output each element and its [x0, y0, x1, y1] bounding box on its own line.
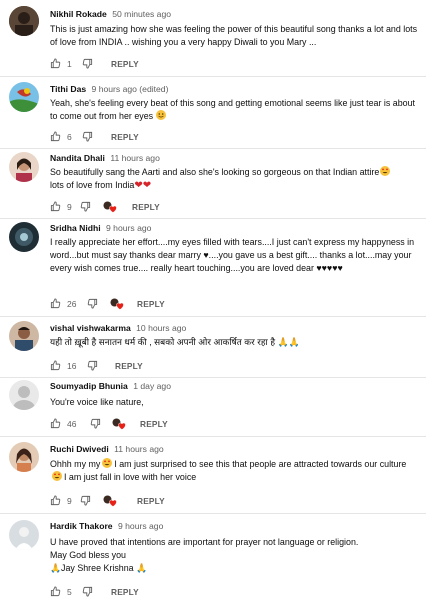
reply-button[interactable]: REPLY	[111, 132, 139, 142]
divider	[0, 148, 426, 149]
comment-text: U have proved that intentions are import…	[50, 536, 420, 575]
author-name[interactable]: Nikhil Rokade	[50, 9, 107, 19]
comment-text: यही तो ख़ूबी है सनातन धर्म की , सबको अपन…	[50, 337, 300, 347]
thumb-down-icon[interactable]	[80, 201, 91, 212]
comment-header: Soumyadip Bhunia 1 day ago	[50, 381, 171, 391]
thumb-up-icon[interactable]	[50, 298, 61, 309]
author-name[interactable]: Sridha Nidhi	[50, 223, 101, 233]
divider	[0, 316, 426, 317]
author-name[interactable]: Tithi Das	[50, 84, 86, 94]
timestamp[interactable]: 9 hours ago	[106, 223, 151, 233]
timestamp[interactable]: 50 minutes ago	[112, 9, 171, 19]
like-count: 16	[67, 361, 77, 371]
creator-heart-icon	[112, 418, 126, 430]
comment-text-part-1: Ohhh my my	[50, 459, 101, 469]
thumb-down-icon[interactable]	[82, 586, 93, 597]
author-name[interactable]: vishal vishwakarma	[50, 323, 131, 333]
timestamp[interactable]: 10 hours ago	[136, 323, 186, 333]
thumb-down-icon[interactable]	[80, 495, 91, 506]
like-count: 5	[67, 587, 72, 597]
like-count: 1	[67, 59, 72, 69]
timestamp[interactable]: 1 day ago	[133, 381, 171, 391]
creator-heart-icon	[103, 495, 117, 507]
author-name[interactable]: Hardik Thakore	[50, 521, 113, 531]
heart-eyes-emoji-icon	[52, 471, 62, 481]
thumb-down-icon[interactable]	[82, 58, 93, 69]
comment-text: You're voice like nature,	[50, 397, 144, 407]
comment-text: Ohhh my my I am just surprised to see thi…	[50, 458, 420, 484]
comment-text-body: Yeah, she's feeling every beat of this s…	[50, 98, 415, 121]
comment-header: Hardik Thakore 9 hours ago	[50, 521, 163, 531]
smile-emoji-icon	[155, 110, 166, 120]
comment-header: vishal vishwakarma 10 hours ago	[50, 323, 186, 333]
like-count: 9	[67, 496, 72, 506]
like-count: 46	[67, 419, 77, 429]
reply-button[interactable]: REPLY	[132, 202, 160, 212]
timestamp[interactable]: 9 hours ago (edited)	[92, 84, 169, 94]
comment-text-part-2: I am just surprised to see this that peo…	[114, 459, 407, 469]
comment-header: Sridha Nidhi 9 hours ago	[50, 223, 151, 233]
thumb-up-icon[interactable]	[50, 131, 61, 142]
comment-text-body: So beautifully sang the Aarti and also s…	[50, 167, 380, 177]
avatar[interactable]	[9, 6, 39, 36]
thumb-down-icon[interactable]	[90, 418, 101, 429]
reply-button[interactable]: REPLY	[115, 361, 143, 371]
comment-header: Ruchi Dwivedi 11 hours ago	[50, 444, 164, 454]
timestamp[interactable]: 9 hours ago	[118, 521, 163, 531]
like-count: 6	[67, 132, 72, 142]
avatar[interactable]	[9, 82, 39, 112]
heart-eyes-emoji-icon	[380, 166, 391, 176]
reply-button[interactable]: REPLY	[137, 299, 165, 309]
creator-heart-icon	[110, 298, 124, 310]
comment-header: Nikhil Rokade 50 minutes ago	[50, 9, 171, 19]
like-count: 9	[67, 202, 72, 212]
reply-button[interactable]: REPLY	[111, 59, 139, 69]
reply-button[interactable]: REPLY	[140, 419, 168, 429]
comment-text-line-2: May God bless you	[50, 550, 126, 560]
thumb-up-icon[interactable]	[50, 58, 61, 69]
divider	[0, 377, 426, 378]
avatar[interactable]	[9, 520, 39, 550]
thumb-up-icon[interactable]	[50, 201, 61, 212]
thumb-down-icon[interactable]	[87, 298, 98, 309]
comment-text-line-1: U have proved that intentions are import…	[50, 537, 359, 547]
comment-text-line-3: 🙏Jay Shree Krishna 🙏	[50, 563, 148, 573]
avatar[interactable]	[9, 321, 39, 351]
thumb-down-icon[interactable]	[87, 360, 98, 371]
like-count: 26	[67, 299, 77, 309]
avatar[interactable]	[9, 380, 39, 410]
divider	[0, 436, 426, 437]
comment-header: Nandita Dhali 11 hours ago	[50, 153, 160, 163]
creator-heart-icon	[103, 201, 117, 213]
thumb-up-icon[interactable]	[50, 418, 61, 429]
red-heart-emoji-icon: ❤	[134, 180, 143, 191]
thumb-up-icon[interactable]	[50, 495, 61, 506]
comment-text: This is just amazing how she was feeling…	[50, 24, 418, 47]
divider	[0, 513, 426, 514]
comment-text: I really appreciate her effort....my eye…	[50, 237, 415, 273]
timestamp[interactable]: 11 hours ago	[114, 444, 164, 454]
reply-button[interactable]: REPLY	[137, 496, 165, 506]
avatar[interactable]	[9, 152, 39, 182]
timestamp[interactable]: 11 hours ago	[110, 153, 160, 163]
thumb-down-icon[interactable]	[82, 131, 93, 142]
author-name[interactable]: Nandita Dhali	[50, 153, 105, 163]
avatar[interactable]	[9, 442, 39, 472]
avatar[interactable]	[9, 222, 39, 252]
comment-text: Yeah, she's feeling every beat of this s…	[50, 97, 420, 123]
author-name[interactable]: Ruchi Dwivedi	[50, 444, 109, 454]
thumb-up-icon[interactable]	[50, 360, 61, 371]
divider	[0, 76, 426, 77]
reply-button[interactable]: REPLY	[111, 587, 139, 597]
comment-text-line-2: lots of love from India	[50, 180, 135, 190]
red-heart-emoji-icon: ❤	[142, 180, 152, 191]
comment-header: Tithi Das 9 hours ago (edited)	[50, 84, 168, 94]
divider	[0, 218, 426, 219]
author-name[interactable]: Soumyadip Bhunia	[50, 381, 128, 391]
heart-eyes-emoji-icon	[102, 458, 113, 468]
comment-text: So beautifully sang the Aarti and also s…	[50, 166, 420, 192]
comment-text-part-3: I am just fall in love with her voice	[64, 472, 197, 482]
thumb-up-icon[interactable]	[50, 586, 61, 597]
